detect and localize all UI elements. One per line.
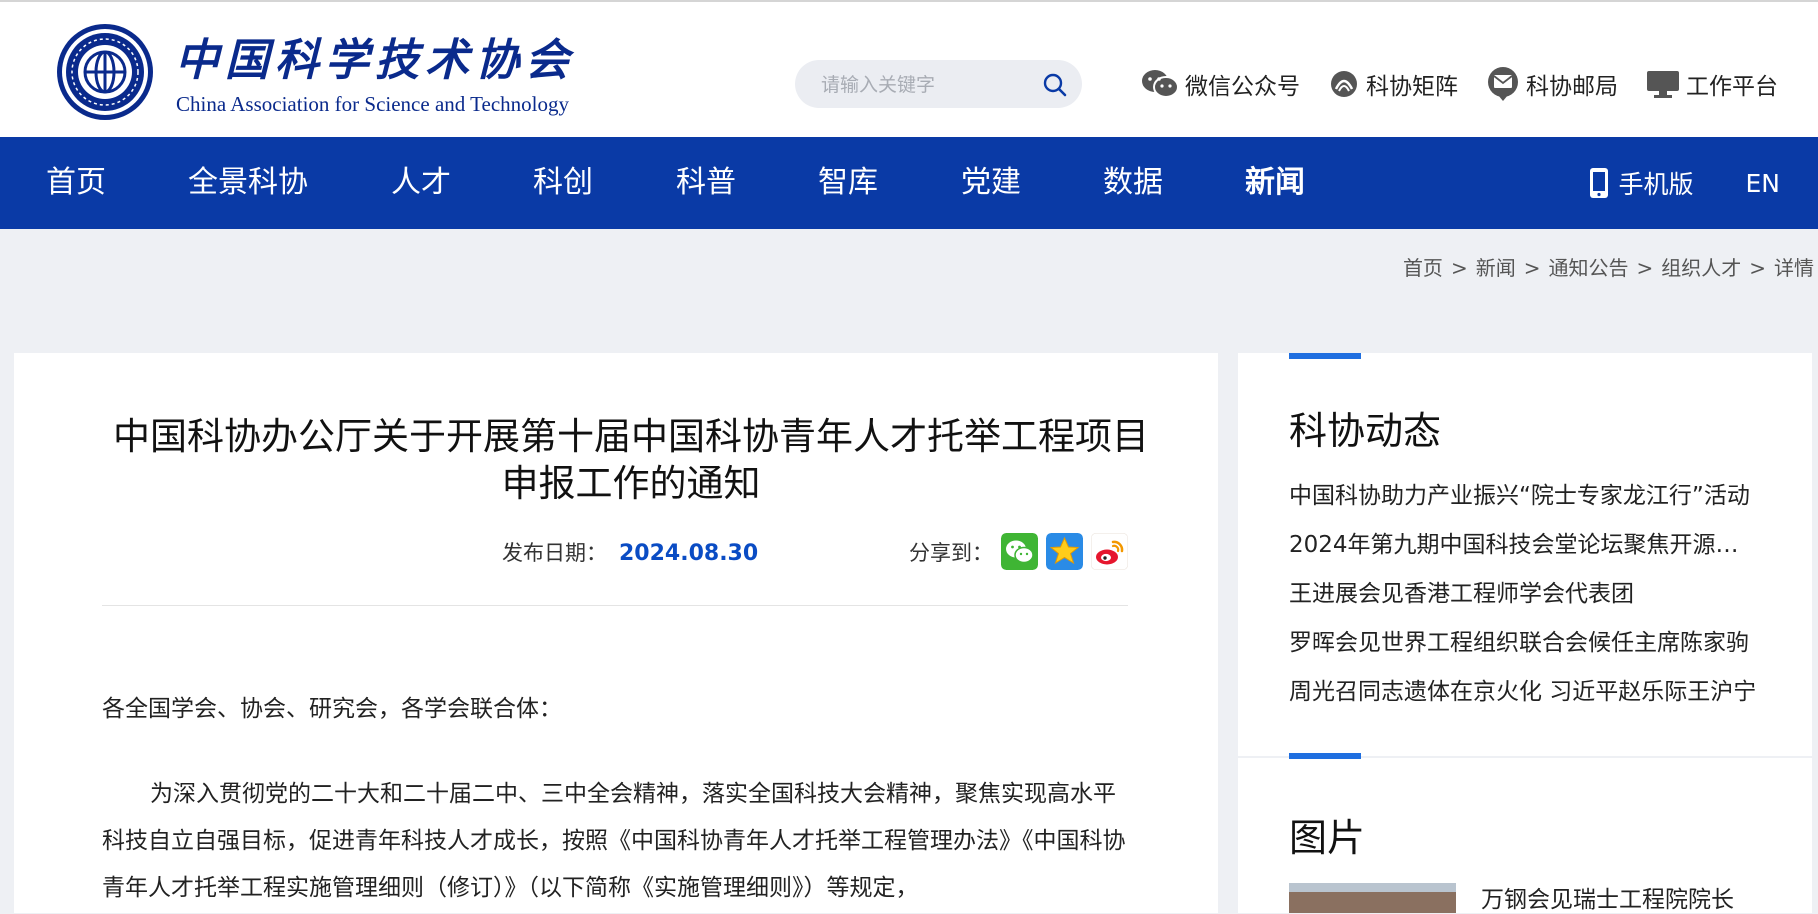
nav-item-data[interactable]: 数据: [1103, 137, 1163, 229]
breadcrumb-org-talent[interactable]: 组织人才: [1661, 256, 1741, 280]
picture-thumbnail[interactable]: [1289, 883, 1456, 913]
breadcrumb-separator: >: [1749, 256, 1766, 280]
mail-link[interactable]: 科协邮局: [1486, 66, 1618, 102]
main-nav: 首页 全景科协 人才 科创 科普 智库 党建 数据 新闻 手机版 EN: [0, 137, 1818, 229]
news-section-title: 科协动态: [1289, 409, 1442, 453]
article-greeting: 各全国学会、协会、研究会，各学会联合体：: [102, 696, 562, 722]
share-label: 分享到：: [909, 540, 993, 565]
mail-link-label: 科协邮局: [1526, 74, 1618, 100]
nav-item-popular-science[interactable]: 科普: [676, 137, 736, 229]
mobile-version-link[interactable]: 手机版: [1588, 165, 1694, 201]
header-links: 微信公众号 科协矩阵 科协邮局 工作平台: [1113, 66, 1778, 102]
breadcrumb-separator: >: [1523, 256, 1541, 280]
logo-chinese-name: 中国科学技术协会: [175, 35, 575, 86]
news-item[interactable]: 周光召同志遗体在京火化 习近平赵乐际王沪宁: [1289, 668, 1759, 717]
publish-date: 发布日期： 2024.08.30: [502, 537, 758, 567]
mail-icon: [1488, 67, 1518, 101]
breadcrumb-home[interactable]: 首页: [1403, 256, 1443, 280]
matrix-link-label: 科协矩阵: [1366, 74, 1458, 100]
qzone-share-icon[interactable]: [1046, 533, 1083, 570]
wechat-share-icon[interactable]: [1001, 533, 1038, 570]
site-header: 中国科学技术协会 China Association for Science a…: [0, 2, 1818, 137]
workplatform-link[interactable]: 工作平台: [1646, 66, 1778, 102]
section-accent-bar: [1289, 753, 1361, 759]
wechat-link-label: 微信公众号: [1185, 74, 1300, 100]
breadcrumb: 首页 > 新闻 > 通知公告 > 组织人才 > 详情: [1403, 252, 1814, 281]
breadcrumb-notices[interactable]: 通知公告: [1548, 256, 1628, 280]
breadcrumb-separator: >: [1450, 256, 1468, 280]
sidebar: 科协动态 中国科协助力产业振兴“院士专家龙江行”活动 2024年第九期中国科技会…: [1238, 353, 1812, 913]
breadcrumb-separator: >: [1636, 256, 1654, 280]
workplatform-link-label: 工作平台: [1686, 74, 1778, 100]
english-link[interactable]: EN: [1746, 169, 1781, 198]
share-bar: 分享到：: [909, 533, 1128, 570]
nav-item-party[interactable]: 党建: [961, 137, 1021, 229]
publish-date-label: 发布日期：: [502, 541, 607, 565]
news-list: 中国科协助力产业振兴“院士专家龙江行”活动 2024年第九期中国科技会堂论坛聚焦…: [1289, 472, 1759, 717]
breadcrumb-current: 详情: [1774, 256, 1814, 280]
news-item[interactable]: 2024年第九期中国科技会堂论坛聚焦开源创新: [1289, 521, 1759, 570]
article-paragraph: 为深入贯彻党的二十大和二十届二中、三中全会精神，落实全国科技大会精神，聚焦实现高…: [102, 781, 1126, 901]
monitor-icon: [1647, 71, 1679, 98]
nav-item-talent[interactable]: 人才: [391, 137, 451, 229]
pictures-section-title: 图片: [1289, 816, 1366, 860]
news-item[interactable]: 王进展会见香港工程师学会代表团: [1289, 570, 1759, 619]
article-divider: [102, 605, 1128, 606]
weibo-share-icon[interactable]: [1091, 533, 1128, 570]
logo-english-name: China Association for Science and Techno…: [176, 92, 569, 116]
publish-date-value: 2024.08.30: [619, 541, 759, 566]
search-box: [795, 60, 1082, 108]
wechat-icon: [1142, 70, 1179, 98]
picture-caption[interactable]: 万钢会见瑞士工程院院长: [1481, 880, 1734, 914]
nav-item-think-tank[interactable]: 智库: [818, 137, 878, 229]
article-panel: 中国科协办公厅关于开展第十届中国科协青年人才托举工程项目申报工作的通知 发布日期…: [14, 353, 1218, 913]
nav-item-innovation[interactable]: 科创: [533, 137, 593, 229]
nav-item-overview[interactable]: 全景科协: [188, 137, 308, 229]
nav-item-news[interactable]: 新闻: [1245, 137, 1305, 229]
search-icon[interactable]: [1042, 72, 1068, 98]
wechat-link[interactable]: 微信公众号: [1141, 66, 1300, 102]
section-accent-bar: [1289, 353, 1361, 359]
mobile-version-label: 手机版: [1618, 170, 1694, 199]
phone-icon: [1590, 168, 1609, 198]
news-item[interactable]: 中国科协助力产业振兴“院士专家龙江行”活动: [1289, 472, 1759, 521]
breadcrumb-news[interactable]: 新闻: [1476, 256, 1516, 280]
cast-logo-icon[interactable]: [55, 22, 155, 122]
article-title: 中国科协办公厅关于开展第十届中国科协青年人才托举工程项目申报工作的通知: [113, 415, 1149, 505]
news-item[interactable]: 罗晖会见世界工程组织联合会候任主席陈家驹: [1289, 619, 1759, 668]
nav-item-home[interactable]: 首页: [46, 137, 106, 229]
matrix-link[interactable]: 科协矩阵: [1328, 66, 1458, 102]
matrix-icon: [1331, 71, 1357, 97]
nav-right-group: 手机版 EN: [1588, 137, 1780, 229]
search-input[interactable]: [819, 70, 1038, 100]
